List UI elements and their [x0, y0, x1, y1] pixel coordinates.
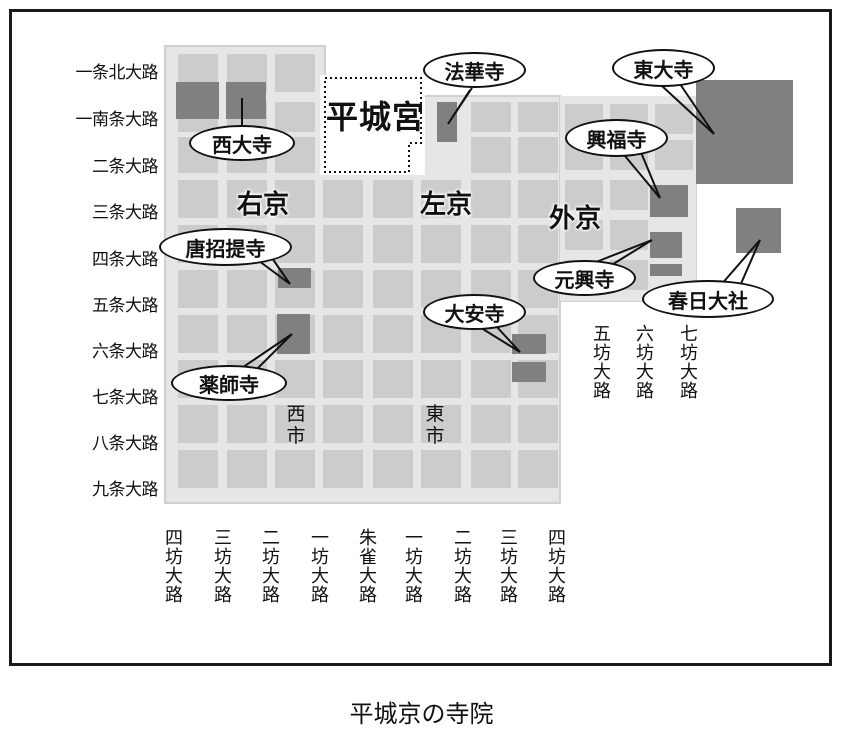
- yakushiji-ground: [277, 314, 310, 354]
- east-west-road-label: 一南条大路: [75, 110, 159, 130]
- city-block: [373, 450, 413, 488]
- city-block: [178, 450, 218, 488]
- outer-road-label: 七坊大路: [677, 324, 698, 400]
- city-block: [518, 405, 558, 443]
- city-block: [518, 450, 558, 488]
- region-gekyo: 外京: [549, 204, 602, 234]
- region-sakyo: 左京: [420, 190, 473, 220]
- outer-road-label: 六坊大路: [633, 324, 654, 400]
- toshodaiji-label: 唐招提寺: [159, 228, 292, 266]
- city-block: [373, 315, 413, 353]
- city-block: [178, 270, 218, 308]
- city-block: [518, 102, 558, 132]
- city-block: [518, 137, 558, 173]
- gangoji-ground-south: [650, 264, 682, 276]
- east-market-label: 東市: [425, 403, 445, 447]
- city-block: [323, 225, 363, 263]
- city-block: [178, 405, 218, 443]
- north-south-road-label: 四坊大路: [162, 528, 183, 604]
- city-block: [421, 450, 461, 488]
- east-west-road-label: 九条大路: [92, 480, 159, 500]
- north-south-road-label: 朱雀大路: [356, 528, 377, 604]
- north-south-road-label: 四坊大路: [545, 528, 566, 604]
- city-block: [373, 360, 413, 398]
- hokkeji-label: 法華寺: [423, 52, 526, 88]
- saidaiji-ground-west: [176, 82, 219, 119]
- city-block: [323, 450, 363, 488]
- city-block: [421, 225, 461, 263]
- saidaiji-ground-east: [226, 82, 266, 119]
- city-block: [373, 180, 413, 218]
- city-block: [227, 315, 267, 353]
- city-block: [323, 405, 363, 443]
- north-south-road-label: 一坊大路: [308, 528, 329, 604]
- city-block: [275, 102, 315, 132]
- gangoji-ground: [650, 232, 682, 258]
- city-block: [275, 54, 315, 92]
- city-block: [178, 180, 218, 218]
- city-block: [471, 405, 511, 443]
- city-block: [275, 450, 315, 488]
- daianji-ground-south: [512, 362, 546, 382]
- north-south-road-label: 二坊大路: [259, 528, 280, 604]
- city-block: [471, 225, 511, 263]
- city-block: [471, 102, 511, 132]
- east-west-road-label: 六条大路: [92, 342, 159, 362]
- north-south-road-label: 三坊大路: [497, 528, 518, 604]
- yakushiji-label: 薬師寺: [171, 365, 287, 401]
- gekyo-block: [610, 180, 648, 210]
- west-market-label: 西市: [286, 403, 306, 447]
- hokkeji-ground: [437, 102, 457, 142]
- east-west-road-label: 七条大路: [92, 388, 159, 408]
- city-block: [323, 270, 363, 308]
- city-block: [421, 360, 461, 398]
- city-block: [227, 270, 267, 308]
- north-south-road-label: 一坊大路: [402, 528, 423, 604]
- city-block: [178, 315, 218, 353]
- palace-label: 平城宮: [326, 98, 426, 136]
- kasuga-ground: [736, 208, 781, 253]
- east-west-road-label: 二条大路: [92, 157, 159, 177]
- city-block: [323, 315, 363, 353]
- city-block: [471, 137, 511, 173]
- city-block: [323, 180, 363, 218]
- city-block: [471, 180, 511, 218]
- city-block: [471, 450, 511, 488]
- city-block: [227, 450, 267, 488]
- todaiji-label: 東大寺: [612, 49, 715, 87]
- outer-road-label: 五坊大路: [590, 324, 611, 400]
- city-block: [323, 360, 363, 398]
- city-block: [471, 360, 511, 398]
- city-block: [373, 270, 413, 308]
- city-block: [227, 405, 267, 443]
- region-ukyo: 右京: [237, 190, 290, 220]
- east-west-road-label: 八条大路: [92, 434, 159, 454]
- daianji-label: 大安寺: [423, 294, 526, 330]
- map-caption: 平城京の寺院: [349, 700, 494, 728]
- city-block: [373, 405, 413, 443]
- east-west-road-label: 五条大路: [92, 296, 159, 316]
- east-west-road-label: 三条大路: [92, 203, 159, 223]
- saidaiji-label: 西大寺: [189, 125, 295, 161]
- kofukuji-label: 興福寺: [565, 119, 668, 157]
- east-west-road-label: 四条大路: [92, 250, 159, 270]
- gangoji-label: 元興寺: [533, 260, 636, 296]
- kasuga-label: 春日大社: [642, 280, 774, 318]
- north-south-road-label: 二坊大路: [451, 528, 472, 604]
- city-block: [373, 225, 413, 263]
- north-south-road-label: 三坊大路: [211, 528, 232, 604]
- east-west-road-label: 一条北大路: [75, 63, 159, 83]
